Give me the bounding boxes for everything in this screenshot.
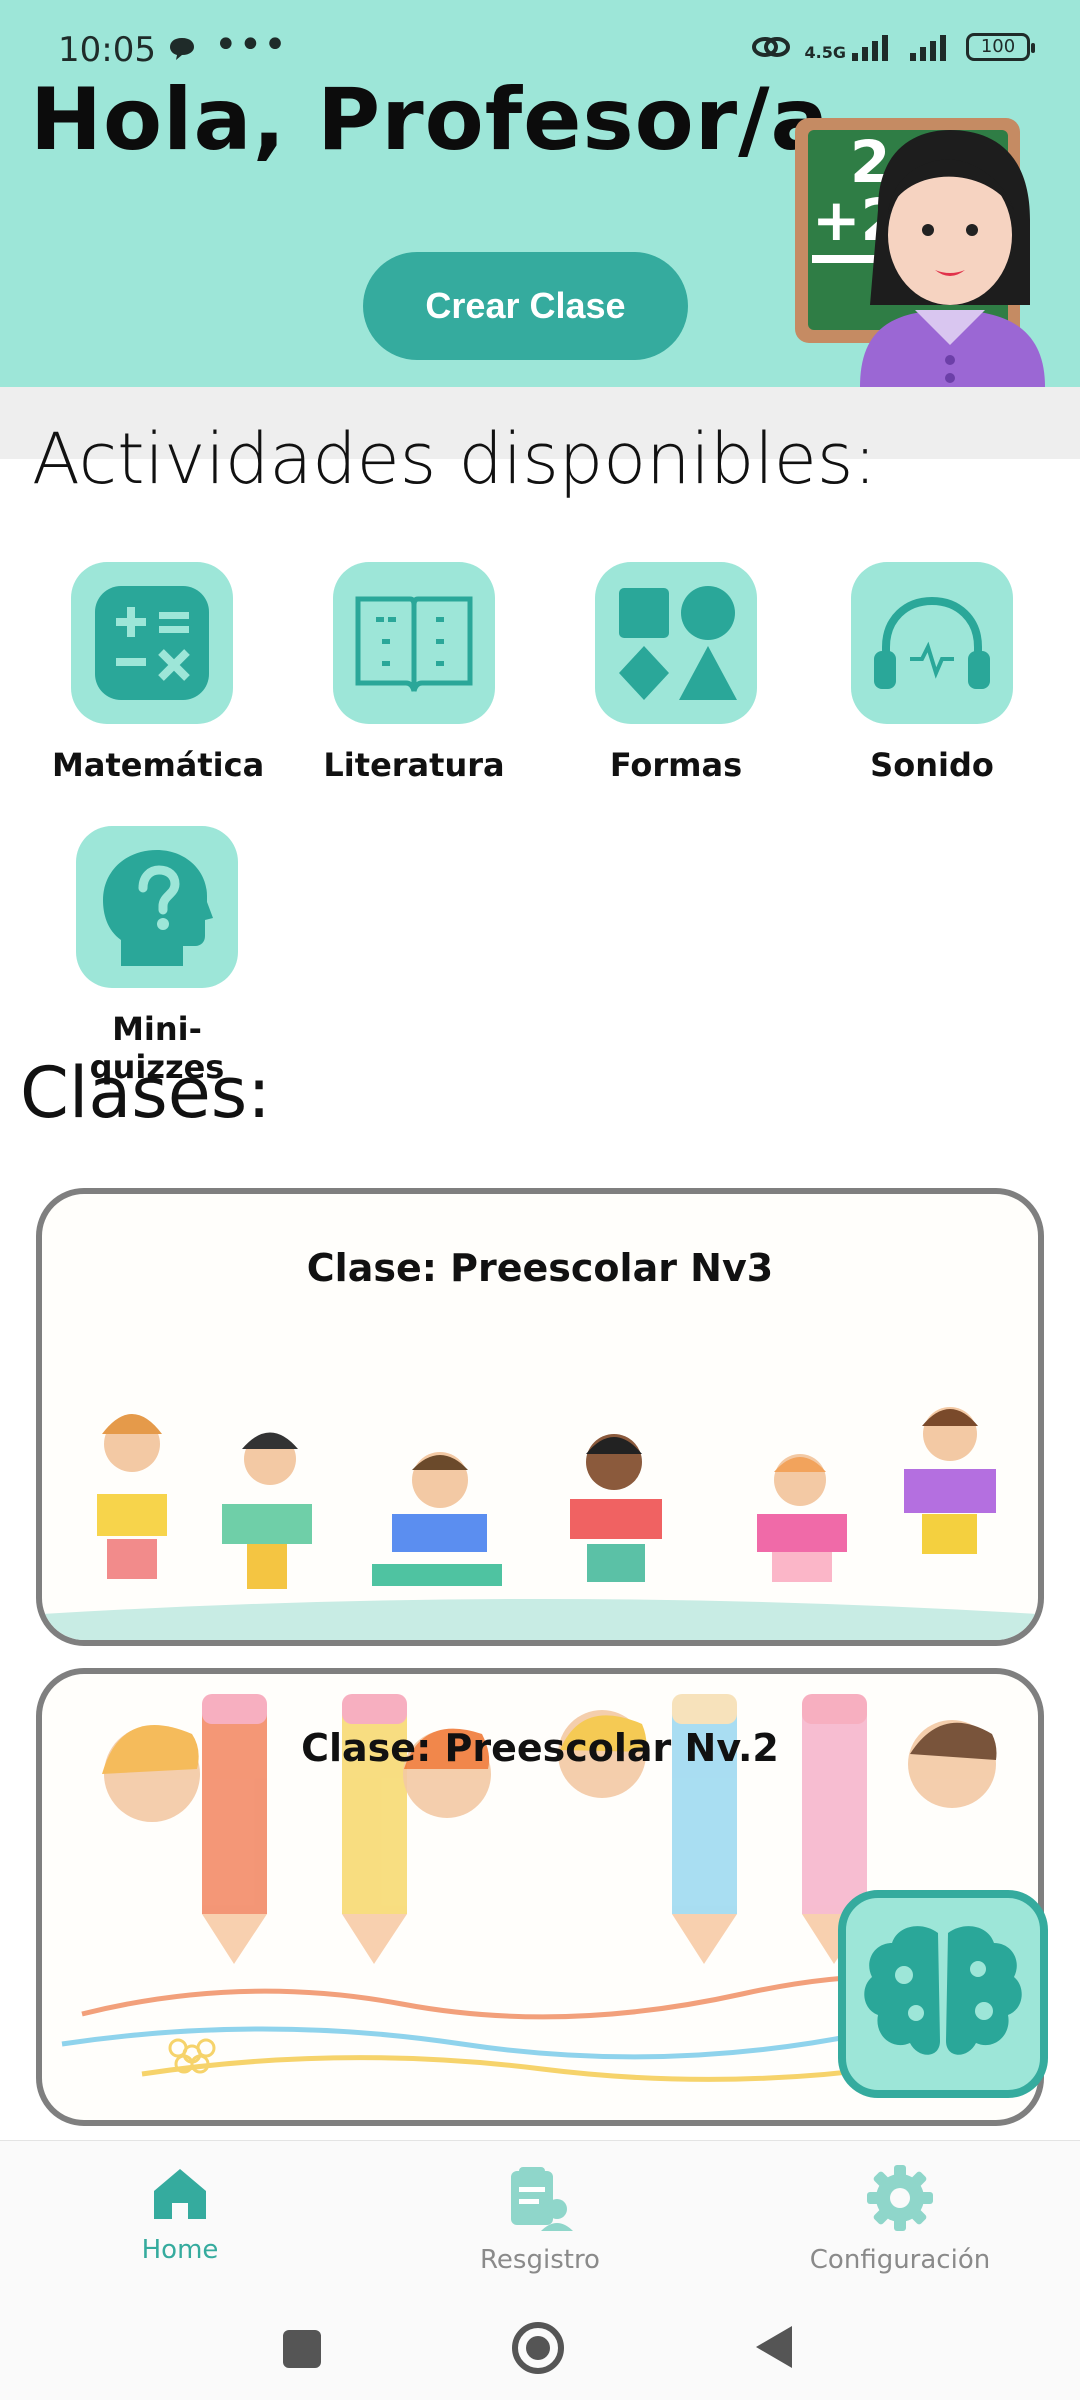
class-card-title: Clase: Preescolar Nv3 [306,1246,774,1290]
nav-label: Configuración [809,2245,991,2275]
activity-tile[interactable] [333,562,495,724]
battery-icon: 100 [966,33,1035,61]
headphones-icon [874,596,990,689]
home-icon [154,2169,206,2219]
activity-label: Literatura [323,746,505,784]
network-indicator: 4.5G [805,33,894,61]
activity-sound[interactable]: Sonido [832,562,1032,784]
register-icon [511,2167,573,2231]
class-card[interactable]: Clase: Preescolar Nv3 [36,1188,1044,1646]
system-navigation-bar [0,2290,1080,2400]
activity-label: Matemática [52,746,265,784]
greeting-title: Hola, Profesor/a [30,70,830,170]
nav-register[interactable]: Resgistro [420,2163,660,2275]
signal-icon-2 [910,35,946,61]
status-more-icon: ••• [214,22,288,68]
activities-title: Actividades disponibles: [32,418,877,500]
book-icon [355,596,473,692]
header: 10:05 ••• 4.5G 100 Hola, Profesor/a Crea… [0,0,1080,387]
activity-tile[interactable] [851,562,1013,724]
status-right: 4.5G 100 [751,32,1035,62]
class-card-title: Clase: Preescolar Nv.2 [301,1726,779,1770]
shapes-icon [619,586,737,700]
classes-title: Clases: [20,1052,271,1134]
nav-label: Home [141,2235,219,2265]
nav-label: Resgistro [480,2245,600,2275]
gear-icon [867,2165,933,2231]
recents-button[interactable] [283,2330,321,2368]
status-time: 10:05 [58,30,156,70]
create-class-button[interactable]: Crear Clase [363,252,688,360]
activity-literature[interactable]: Literatura [314,562,514,784]
nav-settings[interactable]: Configuración [780,2163,1020,2275]
signal-icon [852,35,888,61]
chat-notification-icon [170,38,194,60]
activity-tile[interactable] [76,826,238,988]
activity-math[interactable]: Matemática [52,562,265,784]
calculator-icon [95,586,209,700]
activity-mini-quizzes[interactable]: Mini-quizzes [57,826,257,1086]
network-type: 4.5G [804,43,846,62]
nav-home[interactable]: Home [60,2163,300,2265]
back-button[interactable] [754,2324,794,2370]
brain-icon [864,1926,1022,2055]
home-system-dot [526,2336,550,2360]
brain-fab-button[interactable] [838,1890,1048,2098]
home-system-button[interactable] [512,2322,564,2374]
activity-label: Formas [609,746,743,784]
activity-tile[interactable] [595,562,757,724]
teacher-illustration: 2 +2 [795,118,1045,387]
activity-label: Sonido [870,746,994,784]
activity-tile[interactable] [71,562,233,724]
bottom-navigation: Home Resgistro Configuración [0,2140,1080,2291]
link-icon [751,37,790,57]
question-head-icon [103,850,213,966]
activity-shapes[interactable]: Formas [576,562,776,784]
